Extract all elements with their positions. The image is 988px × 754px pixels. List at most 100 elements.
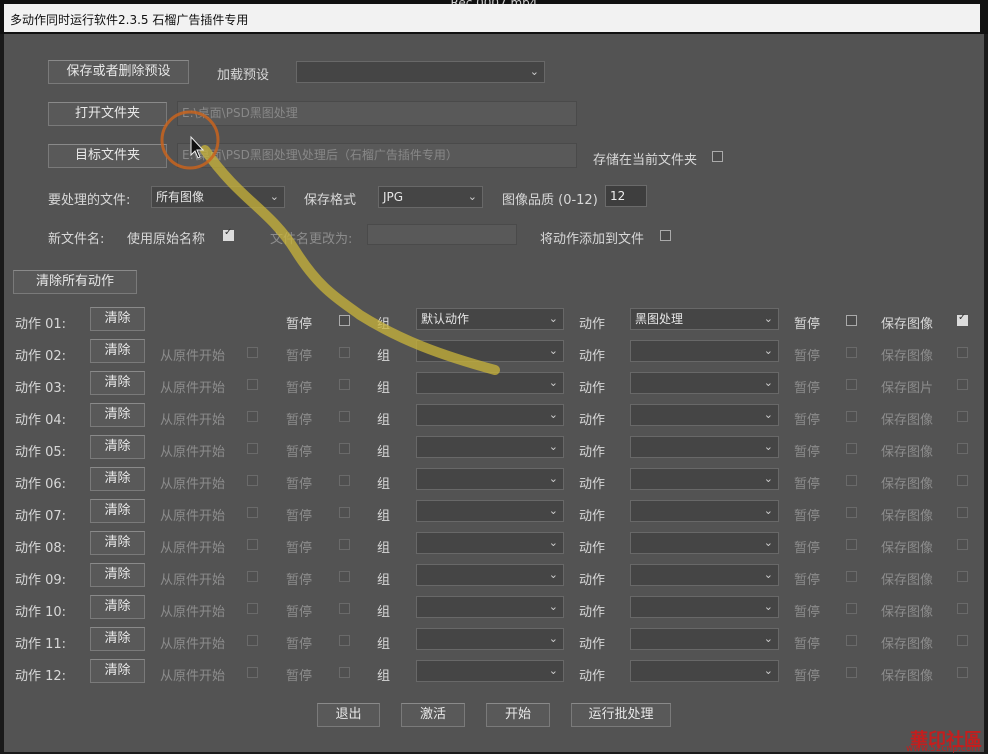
clear-action-button[interactable]: 清除: [90, 339, 145, 363]
from-original-checkbox[interactable]: [247, 443, 258, 454]
format-select[interactable]: JPG ⌄: [378, 186, 483, 208]
action-select[interactable]: ⌄: [630, 468, 779, 490]
pause-checkbox[interactable]: [339, 571, 350, 582]
group-select[interactable]: 默认动作 ⌄: [416, 308, 564, 330]
action-select[interactable]: ⌄: [630, 596, 779, 618]
action-select[interactable]: ⌄: [630, 628, 779, 650]
action-select[interactable]: 黑图处理 ⌄: [630, 308, 779, 330]
pause-checkbox-2[interactable]: [846, 443, 857, 454]
group-select[interactable]: ⌄: [416, 340, 564, 362]
load-preset-select[interactable]: ⌄: [296, 61, 545, 83]
from-original-checkbox[interactable]: [247, 635, 258, 646]
open-folder-button[interactable]: 打开文件夹: [48, 102, 167, 126]
files-select[interactable]: 所有图像 ⌄: [151, 186, 285, 208]
save-image-checkbox[interactable]: [957, 475, 968, 486]
pause-checkbox-2[interactable]: [846, 315, 857, 326]
clear-action-button[interactable]: 清除: [90, 499, 145, 523]
activate-button[interactable]: 激活: [401, 703, 465, 727]
from-original-checkbox[interactable]: [247, 571, 258, 582]
target-folder-button[interactable]: 目标文件夹: [48, 144, 167, 168]
start-button[interactable]: 开始: [486, 703, 550, 727]
pause-checkbox[interactable]: [339, 411, 350, 422]
from-original-checkbox[interactable]: [247, 539, 258, 550]
clear-action-button[interactable]: 清除: [90, 595, 145, 619]
pause-checkbox[interactable]: [339, 603, 350, 614]
pause-checkbox[interactable]: [339, 475, 350, 486]
clear-action-button[interactable]: 清除: [90, 307, 145, 331]
clear-all-actions-button[interactable]: 清除所有动作: [13, 270, 137, 294]
pause-checkbox[interactable]: [339, 667, 350, 678]
pause-checkbox-2[interactable]: [846, 347, 857, 358]
open-folder-path[interactable]: E:\桌面\PSD黑图处理: [177, 101, 577, 126]
save-image-checkbox[interactable]: [957, 635, 968, 646]
clear-action-button[interactable]: 清除: [90, 467, 145, 491]
from-original-checkbox[interactable]: [247, 347, 258, 358]
group-select[interactable]: ⌄: [416, 468, 564, 490]
group-select[interactable]: ⌄: [416, 436, 564, 458]
pause-checkbox-2[interactable]: [846, 507, 857, 518]
from-original-checkbox[interactable]: [247, 411, 258, 422]
from-original-checkbox[interactable]: [247, 507, 258, 518]
save-delete-preset-button[interactable]: 保存或者删除预设: [48, 60, 189, 84]
action-select[interactable]: ⌄: [630, 340, 779, 362]
clear-action-button[interactable]: 清除: [90, 371, 145, 395]
group-select[interactable]: ⌄: [416, 532, 564, 554]
from-original-checkbox[interactable]: [247, 475, 258, 486]
group-select[interactable]: ⌄: [416, 660, 564, 682]
action-select[interactable]: ⌄: [630, 564, 779, 586]
group-select[interactable]: ⌄: [416, 372, 564, 394]
pause-checkbox-2[interactable]: [846, 635, 857, 646]
pause-checkbox-2[interactable]: [846, 603, 857, 614]
group-select[interactable]: ⌄: [416, 500, 564, 522]
save-image-checkbox[interactable]: [957, 411, 968, 422]
save-image-checkbox[interactable]: [957, 443, 968, 454]
run-batch-button[interactable]: 运行批处理: [571, 703, 671, 727]
from-original-checkbox[interactable]: [247, 379, 258, 390]
clear-action-button[interactable]: 清除: [90, 435, 145, 459]
action-select[interactable]: ⌄: [630, 436, 779, 458]
group-select[interactable]: ⌄: [416, 404, 564, 426]
exit-button[interactable]: 退出: [317, 703, 380, 727]
clear-action-button[interactable]: 清除: [90, 531, 145, 555]
store-current-checkbox[interactable]: [712, 151, 723, 162]
pause-checkbox-2[interactable]: [846, 667, 857, 678]
action-select[interactable]: ⌄: [630, 404, 779, 426]
group-select[interactable]: ⌄: [416, 564, 564, 586]
action-select[interactable]: ⌄: [630, 372, 779, 394]
action-select[interactable]: ⌄: [630, 660, 779, 682]
pause-checkbox-2[interactable]: [846, 475, 857, 486]
pause-checkbox-2[interactable]: [846, 571, 857, 582]
save-image-checkbox[interactable]: [957, 603, 968, 614]
save-image-checkbox[interactable]: [957, 507, 968, 518]
pause-checkbox[interactable]: [339, 443, 350, 454]
save-image-checkbox[interactable]: [957, 571, 968, 582]
rename-input[interactable]: [367, 224, 517, 245]
from-original-checkbox[interactable]: [247, 667, 258, 678]
clear-action-button[interactable]: 清除: [90, 627, 145, 651]
save-image-checkbox[interactable]: [957, 347, 968, 358]
clear-action-button[interactable]: 清除: [90, 563, 145, 587]
action-select[interactable]: ⌄: [630, 500, 779, 522]
save-image-checkbox[interactable]: [957, 312, 968, 326]
group-select[interactable]: ⌄: [416, 596, 564, 618]
from-original-checkbox[interactable]: [247, 603, 258, 614]
pause-checkbox-2[interactable]: [846, 379, 857, 390]
pause-checkbox[interactable]: [339, 539, 350, 550]
pause-checkbox[interactable]: [339, 635, 350, 646]
target-folder-path[interactable]: E:\桌面\PSD黑图处理\处理后（石榴广告插件专用）: [177, 143, 577, 168]
save-image-checkbox[interactable]: [957, 539, 968, 550]
pause-checkbox[interactable]: [339, 379, 350, 390]
clear-action-button[interactable]: 清除: [90, 403, 145, 427]
action-select[interactable]: ⌄: [630, 532, 779, 554]
use-original-checkbox[interactable]: [223, 227, 234, 241]
pause-checkbox-2[interactable]: [846, 539, 857, 550]
quality-input[interactable]: 12: [605, 185, 647, 207]
pause-checkbox[interactable]: [339, 347, 350, 358]
clear-action-button[interactable]: 清除: [90, 659, 145, 683]
pause-checkbox[interactable]: [339, 315, 350, 326]
add-action-checkbox[interactable]: [660, 230, 671, 241]
group-select[interactable]: ⌄: [416, 628, 564, 650]
save-image-checkbox[interactable]: [957, 379, 968, 390]
save-image-checkbox[interactable]: [957, 667, 968, 678]
pause-checkbox-2[interactable]: [846, 411, 857, 422]
